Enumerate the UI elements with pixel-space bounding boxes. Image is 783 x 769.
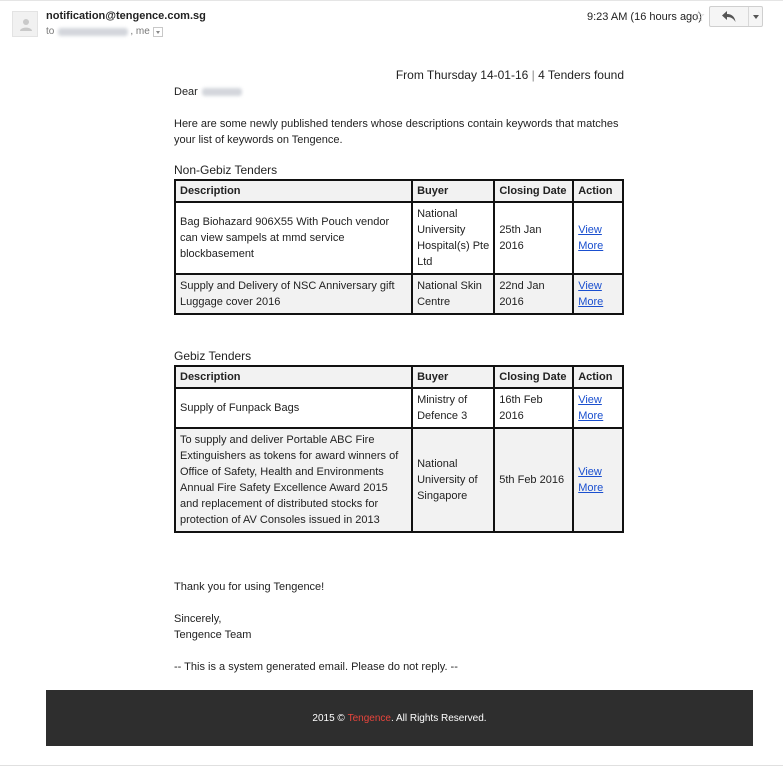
sender-address[interactable]: notification@tengence.com.sg	[46, 10, 206, 22]
table-row: Supply and Delivery of NSC Anniversary g…	[173, 273, 624, 315]
recipients-me: , me	[130, 26, 150, 37]
sender-avatar	[12, 11, 38, 37]
view-link-text: View	[578, 224, 602, 236]
view-link-text: View	[578, 280, 602, 292]
non-gebiz-section-title: Non-Gebiz Tenders	[174, 163, 278, 177]
signature-team: Tengence Team	[174, 629, 252, 641]
view-more-link[interactable]: View More	[578, 280, 603, 308]
table-header-row: Description Buyer Closing Date Action	[173, 365, 624, 389]
tender-closing-date: 25th Jan 2016	[493, 201, 575, 275]
email-timestamp: 9:23 AM (16 hours ago)	[587, 11, 702, 23]
copyright-suffix: . All Rights Reserved.	[390, 712, 487, 724]
redacted-recipient	[58, 27, 129, 36]
tender-action: View More	[572, 387, 624, 429]
star-icon[interactable]: ☆	[692, 7, 705, 25]
header-closing-date: Closing Date	[493, 365, 575, 389]
tender-description: Bag Biohazard 906X55 With Pouch vendor c…	[173, 201, 414, 275]
tender-action: View More	[572, 201, 624, 275]
view-more-link[interactable]: View More	[578, 224, 603, 252]
recipients-line: to , me	[46, 26, 163, 37]
tender-description: To supply and deliver Portable ABC Fire …	[173, 427, 414, 533]
more-link-text: More	[578, 482, 604, 494]
tender-description: Supply and Delivery of NSC Anniversary g…	[173, 273, 414, 315]
tender-buyer: Ministry of Defence 3	[411, 387, 496, 429]
reply-button-group	[709, 6, 763, 27]
to-label: to	[46, 26, 55, 37]
more-link-text: More	[578, 410, 604, 422]
email-footer: 2015 © Tengence. All Rights Reserved.	[46, 690, 753, 746]
tender-buyer: National Skin Centre	[411, 273, 496, 315]
view-more-link[interactable]: View More	[578, 466, 603, 494]
reply-arrow-icon	[722, 11, 736, 22]
person-avatar-icon	[20, 19, 32, 31]
table-row: Supply of Funpack Bags Ministry of Defen…	[173, 387, 624, 429]
gebiz-tenders-table: Description Buyer Closing Date Action Su…	[173, 365, 624, 533]
sign-off: Sincerely,	[174, 613, 222, 625]
header-description: Description	[173, 365, 414, 389]
tender-buyer: National University of Singapore	[411, 427, 496, 533]
tender-closing-date: 16th Feb 2016	[493, 387, 575, 429]
date-summary-line: From Thursday 14-01-16 | 4 Tenders found	[396, 67, 624, 83]
tender-action: View More	[572, 427, 624, 533]
tender-buyer: National University Hospital(s) Pte Ltd	[411, 201, 496, 275]
gebiz-section-title: Gebiz Tenders	[174, 349, 252, 363]
footer-brand-link[interactable]: Tengence	[348, 713, 391, 724]
header-closing-date: Closing Date	[493, 179, 575, 203]
header-buyer: Buyer	[411, 179, 496, 203]
table-row: To supply and deliver Portable ABC Fire …	[173, 427, 624, 533]
copyright-prefix: 2015 ©	[312, 712, 345, 724]
view-link-text: View	[578, 466, 602, 478]
header-action: Action	[572, 179, 624, 203]
tenders-found-count: 4 Tenders found	[538, 68, 624, 82]
greeting: Dear	[174, 84, 242, 100]
details-caret-icon[interactable]	[152, 26, 163, 37]
tender-closing-date: 5th Feb 2016	[493, 427, 575, 533]
reply-button[interactable]	[710, 7, 748, 26]
non-gebiz-tenders-table: Description Buyer Closing Date Action Ba…	[173, 179, 624, 315]
more-link-text: More	[578, 296, 604, 308]
system-generated-note: -- This is a system generated email. Ple…	[174, 661, 458, 673]
intro-paragraph: Here are some newly published tenders wh…	[174, 118, 619, 146]
tender-closing-date: 22nd Jan 2016	[493, 273, 575, 315]
view-link-text: View	[578, 394, 602, 406]
top-divider	[0, 0, 783, 1]
from-date: From Thursday 14-01-16	[395, 68, 529, 82]
greeting-text: Dear	[174, 86, 198, 98]
more-link-text: More	[578, 240, 604, 252]
tender-description: Supply of Funpack Bags	[173, 387, 414, 429]
bottom-divider	[0, 765, 783, 766]
header-action: Action	[572, 365, 624, 389]
summary-separator: |	[531, 68, 535, 82]
header-description: Description	[173, 179, 414, 203]
thanks-line: Thank you for using Tengence!	[174, 581, 325, 593]
redacted-name	[201, 88, 242, 96]
header-buyer: Buyer	[411, 365, 496, 389]
view-more-link[interactable]: View More	[578, 394, 603, 422]
table-header-row: Description Buyer Closing Date Action	[173, 179, 624, 203]
more-options-caret-icon[interactable]	[749, 7, 763, 26]
table-row: Bag Biohazard 906X55 With Pouch vendor c…	[173, 201, 624, 275]
tender-action: View More	[572, 273, 624, 315]
